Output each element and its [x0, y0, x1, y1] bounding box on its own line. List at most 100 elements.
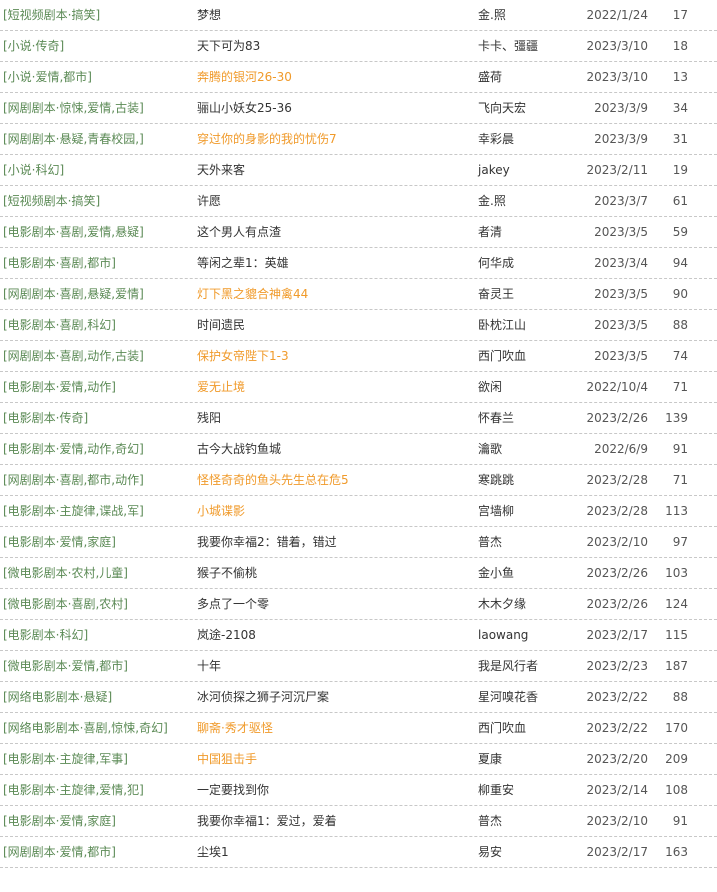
author-link[interactable]: 飞向天宏 — [478, 93, 526, 123]
title-link[interactable]: 中国狙击手 — [197, 744, 257, 774]
author-link[interactable]: 宫墙柳 — [478, 496, 514, 526]
author-link[interactable]: 普杰 — [478, 806, 502, 836]
author-link[interactable]: 卡卡、彊疆 — [478, 31, 538, 61]
category-link[interactable]: [电影剧本·主旋律,谍战,军] — [3, 496, 144, 526]
title-link[interactable]: 小城谍影 — [197, 496, 245, 526]
category-link[interactable]: [电影剧本·喜剧,都市] — [3, 248, 116, 278]
author-link[interactable]: 何华成 — [478, 248, 514, 278]
category-link[interactable]: [网剧剧本·喜剧,都市,动作] — [3, 465, 144, 495]
title-link[interactable]: 许愿 — [197, 186, 221, 216]
author-link[interactable]: 瀹歌 — [478, 434, 502, 464]
category-link[interactable]: [小说·科幻] — [3, 155, 64, 185]
view-count: 209 — [665, 752, 688, 766]
category-link[interactable]: [电影剧本·主旋律,爱情,犯] — [3, 775, 144, 805]
category-link[interactable]: [网剧剧本·喜剧,动作,古装] — [3, 341, 144, 371]
author-link[interactable]: 星河嗅花香 — [478, 682, 538, 712]
title-link[interactable]: 穿过你的身影的我的忧伤7 — [197, 124, 337, 154]
author-link[interactable]: laowang — [478, 620, 528, 650]
date-text: 2022/1/24 — [586, 8, 648, 22]
category-link[interactable]: [电影剧本·爱情,动作] — [3, 372, 116, 402]
title-link[interactable]: 我要你幸福2：错着，错过 — [197, 527, 337, 557]
category-link[interactable]: [网络电影剧本·悬疑] — [3, 682, 112, 712]
author-link[interactable]: 欲闲 — [478, 372, 502, 402]
category-link[interactable]: [电影剧本·喜剧,爱情,悬疑] — [3, 217, 144, 247]
view-count: 115 — [665, 628, 688, 642]
date-text: 2023/2/11 — [586, 163, 648, 177]
date-text: 2023/2/26 — [586, 566, 648, 580]
title-link[interactable]: 天外来客 — [197, 155, 245, 185]
author-link[interactable]: 普杰 — [478, 527, 502, 557]
category-link[interactable]: [网络电影剧本·喜剧,惊悚,奇幻] — [3, 713, 168, 743]
category-link[interactable]: [微电影剧本·农村,儿童] — [3, 558, 128, 588]
title-link[interactable]: 岚途-2108 — [197, 620, 256, 650]
category-link[interactable]: [网剧剧本·惊悚,爱情,古装] — [3, 93, 144, 123]
title-link[interactable]: 聊斋·秀才驱怪 — [197, 713, 273, 743]
date-text: 2023/2/20 — [586, 752, 648, 766]
author-link[interactable]: jakey — [478, 155, 510, 185]
author-link[interactable]: 我是风行者 — [478, 651, 538, 681]
category-link[interactable]: [微电影剧本·爱情,都市] — [3, 651, 128, 681]
title-link[interactable]: 尘埃1 — [197, 837, 229, 867]
title-link[interactable]: 多点了一个零 — [197, 589, 269, 619]
title-link[interactable]: 这个男人有点渣 — [197, 217, 281, 247]
title-link[interactable]: 冰河侦探之狮子河沉尸案 — [197, 682, 329, 712]
title-link[interactable]: 猴子不偷桃 — [197, 558, 257, 588]
category-link[interactable]: [电影剧本·传奇] — [3, 403, 88, 433]
title-link[interactable]: 灯下黑之貔合神禽44 — [197, 279, 308, 309]
author-link[interactable]: 金.照 — [478, 186, 506, 216]
author-link[interactable]: 寒跳跳 — [478, 465, 514, 495]
view-count: 187 — [665, 659, 688, 673]
author-link[interactable]: 金小鱼 — [478, 558, 514, 588]
author-link[interactable]: 夏康 — [478, 744, 502, 774]
author-link[interactable]: 易安 — [478, 837, 502, 867]
list-item: [电影剧本·主旋律,爱情,犯] 一定要找到你 柳重安 2023/2/14 108 — [0, 775, 717, 806]
title-link[interactable]: 怪怪奇奇的鱼头先生总在危5 — [197, 465, 349, 495]
title-link[interactable]: 我要你幸福1：爱过，爱着 — [197, 806, 337, 836]
author-link[interactable]: 西门吹血 — [478, 713, 526, 743]
category-link[interactable]: [电影剧本·喜剧,科幻] — [3, 310, 116, 340]
title-link[interactable]: 时间遗民 — [197, 310, 245, 340]
category-link[interactable]: [网剧剧本·喜剧,悬疑,爱情] — [3, 279, 144, 309]
title-link[interactable]: 古今大战钓鱼城 — [197, 434, 281, 464]
author-link[interactable]: 柳重安 — [478, 775, 514, 805]
title-link[interactable]: 一定要找到你 — [197, 775, 269, 805]
title-link[interactable]: 梦想 — [197, 0, 221, 30]
title-link[interactable]: 爱无止境 — [197, 372, 245, 402]
view-count: 103 — [665, 566, 688, 580]
category-link[interactable]: [网剧剧本·悬疑,青春校园,] — [3, 124, 144, 154]
author-link[interactable]: 西门吹血 — [478, 341, 526, 371]
author-link[interactable]: 奋灵王 — [478, 279, 514, 309]
date-text: 2023/3/7 — [594, 194, 648, 208]
category-link[interactable]: [电影剧本·爱情,家庭] — [3, 527, 116, 557]
category-link[interactable]: [微电影剧本·喜剧,农村] — [3, 589, 128, 619]
category-link[interactable]: [电影剧本·科幻] — [3, 620, 88, 650]
date-text: 2023/3/9 — [594, 132, 648, 146]
title-link[interactable]: 十年 — [197, 651, 221, 681]
title-link[interactable]: 等闲之辈1：英雄 — [197, 248, 289, 278]
author-link[interactable]: 幸彩晨 — [478, 124, 514, 154]
category-link[interactable]: [短视频剧本·搞笑] — [3, 186, 100, 216]
view-count: 88 — [672, 690, 688, 704]
title-link[interactable]: 骊山小妖女25-36 — [197, 93, 292, 123]
author-link[interactable]: 木木夕缘 — [478, 589, 526, 619]
author-link[interactable]: 盛荷 — [478, 62, 502, 92]
category-link[interactable]: [短视频剧本·搞笑] — [3, 0, 100, 30]
date-text: 2023/2/17 — [586, 845, 648, 859]
category-link[interactable]: [小说·爱情,都市] — [3, 62, 92, 92]
title-link[interactable]: 保护女帝陛下1-3 — [197, 341, 289, 371]
list-item: [短视频剧本·搞笑] 许愿 金.照 2023/3/7 61 — [0, 186, 717, 217]
title-link[interactable]: 奔腾的银河26-30 — [197, 62, 292, 92]
category-link[interactable]: [小说·传奇] — [3, 31, 64, 61]
category-link[interactable]: [电影剧本·主旋律,军事] — [3, 744, 128, 774]
title-link[interactable]: 天下可为83 — [197, 31, 260, 61]
category-link[interactable]: [电影剧本·爱情,家庭] — [3, 806, 116, 836]
date-text: 2023/2/26 — [586, 597, 648, 611]
category-link[interactable]: [网剧剧本·爱情,都市] — [3, 837, 116, 867]
title-link[interactable]: 残阳 — [197, 403, 221, 433]
author-link[interactable]: 者清 — [478, 217, 502, 247]
author-link[interactable]: 怀春兰 — [478, 403, 514, 433]
category-link[interactable]: [电影剧本·爱情,动作,奇幻] — [3, 434, 144, 464]
view-count: 163 — [665, 845, 688, 859]
author-link[interactable]: 卧枕江山 — [478, 310, 526, 340]
author-link[interactable]: 金.照 — [478, 0, 506, 30]
